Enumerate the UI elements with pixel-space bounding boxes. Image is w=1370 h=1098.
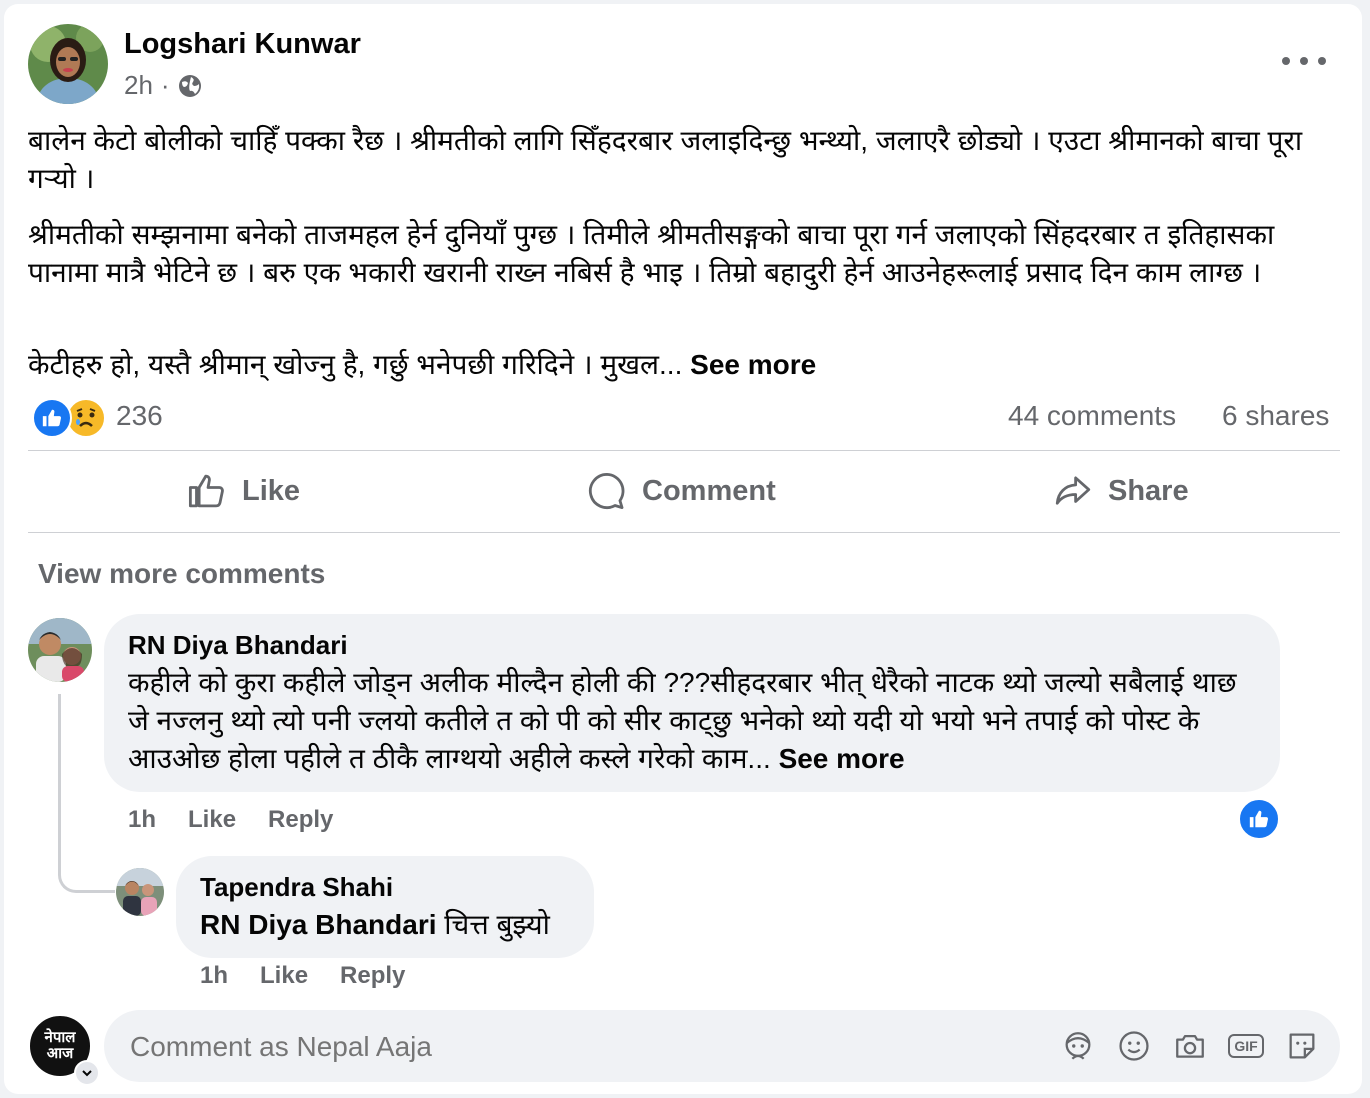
post-paragraph-1: बालेन केटो बोलीको चाहिँ पक्का रैछ । श्री…	[28, 125, 1303, 194]
comment-reply-button[interactable]: Reply	[268, 806, 333, 834]
chevron-down-icon[interactable]	[74, 1060, 100, 1086]
see-more-link[interactable]: See more	[690, 349, 816, 380]
comment-body: कहीले को कुरा कहीले जोड्न अलीक मील्दैन ह…	[128, 667, 1237, 774]
sad-reaction-icon	[66, 398, 106, 438]
composer-avatar-logo: नेपाल आज	[44, 1029, 76, 1062]
avatar-sticker-icon[interactable]	[1058, 1026, 1098, 1066]
divider-top	[28, 450, 1340, 451]
like-button-label: Like	[242, 474, 301, 507]
comment-bubble: RN Diya Bhandari कहीले को कुरा कहीले जोड…	[104, 614, 1280, 792]
share-button[interactable]: Share	[1052, 470, 1189, 512]
composer-avatar[interactable]: नेपाल आज	[28, 1014, 100, 1086]
camera-icon[interactable]	[1170, 1026, 1210, 1066]
reply-mention[interactable]: RN Diya Bhandari	[200, 909, 437, 940]
post-time[interactable]: 2h	[124, 70, 153, 101]
author-avatar[interactable]	[28, 24, 108, 104]
share-button-label: Share	[1108, 474, 1189, 507]
post-card: Logshari Kunwar 2h · बालेन केटो बोलीको च…	[4, 4, 1362, 1094]
reply-time[interactable]: 1h	[200, 962, 228, 990]
like-reaction-icon	[32, 398, 72, 438]
meta-dot: ·	[160, 70, 170, 100]
comment-icon	[586, 470, 628, 512]
more-options-icon[interactable]	[1282, 46, 1326, 76]
gif-icon-label: GIF	[1228, 1034, 1264, 1058]
globe-icon	[178, 74, 202, 98]
thumbs-up-icon	[186, 470, 228, 512]
gif-icon[interactable]: GIF	[1226, 1026, 1266, 1066]
reply-meta: 1h Like Reply	[200, 962, 405, 990]
comments-count[interactable]: 44 comments	[1008, 400, 1176, 432]
divider-bottom	[28, 532, 1340, 533]
composer-icons: GIF	[1058, 1026, 1322, 1066]
comment-button-label: Comment	[642, 474, 776, 507]
comment-see-more-link[interactable]: See more	[779, 743, 905, 774]
reply-author-name[interactable]: Tapendra Shahi	[200, 872, 393, 903]
comment-input[interactable]	[128, 1024, 1032, 1070]
emoji-icon[interactable]	[1114, 1026, 1154, 1066]
comment-author-name[interactable]: RN Diya Bhandari	[128, 630, 348, 661]
reply-reply-button[interactable]: Reply	[340, 962, 405, 990]
comment-time[interactable]: 1h	[128, 806, 156, 834]
view-more-comments-link[interactable]: View more comments	[38, 558, 325, 590]
reaction-icons[interactable]	[32, 396, 108, 438]
replier-avatar[interactable]	[116, 868, 164, 916]
like-button[interactable]: Like	[186, 470, 300, 512]
post-meta: 2h ·	[124, 70, 202, 101]
comment-like-button[interactable]: Like	[188, 806, 236, 834]
reply-bubble: Tapendra Shahi RN Diya Bhandari चित्त बु…	[176, 856, 594, 958]
comment-button[interactable]: Comment	[586, 470, 776, 512]
commenter-avatar[interactable]	[28, 618, 92, 682]
shares-count[interactable]: 6 shares	[1222, 400, 1329, 432]
reply-text: RN Diya Bhandari चित्त बुझ्यो	[200, 906, 550, 944]
post-paragraph-2: श्रीमतीको सम्झनामा बनेको ताजमहल हेर्न दु…	[28, 219, 1275, 288]
comment-meta: 1h Like Reply	[128, 806, 333, 834]
comment-like-reaction-icon[interactable]	[1238, 798, 1280, 840]
post-paragraph-3-text: केटीहरु हो, यस्तै श्रीमान् खोज्नु है, गर…	[28, 349, 683, 380]
sticker-icon[interactable]	[1282, 1026, 1322, 1066]
reactions-count[interactable]: 236	[116, 400, 163, 432]
reply-like-button[interactable]: Like	[260, 962, 308, 990]
post-paragraph-3: केटीहरु हो, यस्तै श्रीमान् खोज्नु है, गर…	[28, 346, 1334, 384]
share-arrow-icon	[1052, 470, 1094, 512]
post-author-name[interactable]: Logshari Kunwar	[124, 28, 361, 61]
comment-text: कहीले को कुरा कहीले जोड्न अलीक मील्दैन ह…	[128, 664, 1258, 778]
reply-body: चित्त बुझ्यो	[444, 909, 550, 940]
comment-composer[interactable]: GIF	[104, 1010, 1340, 1082]
